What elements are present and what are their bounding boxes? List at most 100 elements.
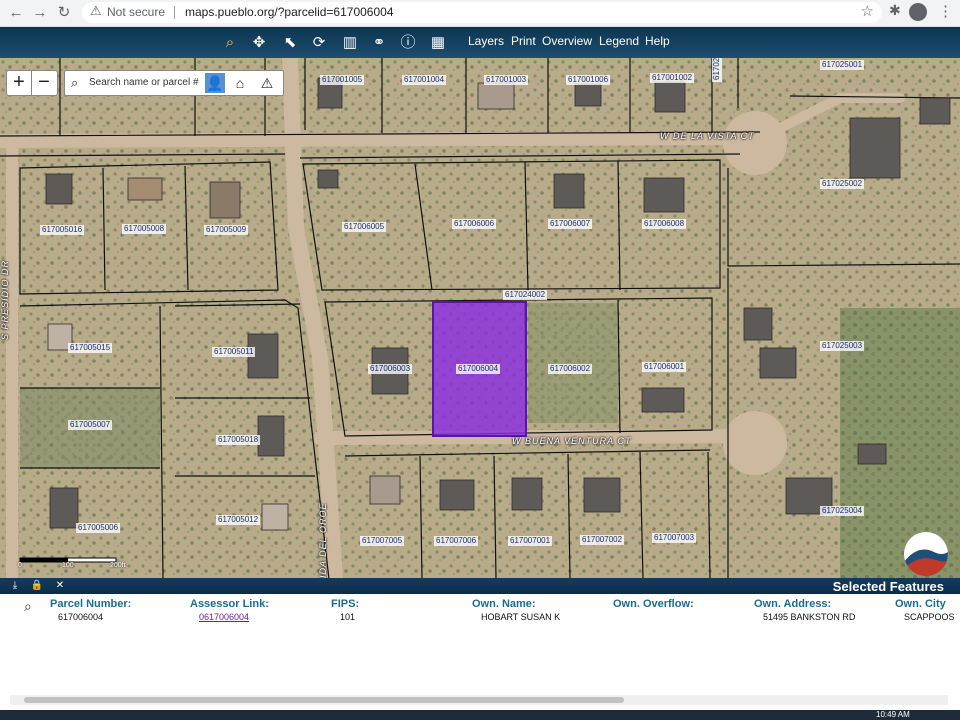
close-icon[interactable]: ✕ <box>53 578 67 594</box>
lock-icon[interactable]: 🔒 <box>30 578 44 594</box>
parcel-label[interactable]: 617006007 <box>548 219 593 229</box>
menu-overview[interactable]: Overview <box>542 34 592 48</box>
parcel-label[interactable]: 617005011 <box>212 347 256 357</box>
parcel-label[interactable]: 617025004 <box>820 506 865 516</box>
parcel-label[interactable]: 617001003 <box>484 75 529 85</box>
scrollbar-thumb[interactable] <box>24 697 624 703</box>
back-icon[interactable]: ← <box>6 3 26 23</box>
road-de-la-vista <box>0 131 767 148</box>
parcel-label[interactable]: 617005007 <box>68 420 113 430</box>
parcel-label[interactable]: 617025001 <box>820 60 865 70</box>
parcel-label[interactable]: 617007003 <box>652 533 697 543</box>
menu-kebab-icon[interactable]: ⋮ <box>938 2 953 20</box>
parcel-label[interactable]: 617025003 <box>820 341 865 351</box>
scale-label: 0 <box>18 562 22 569</box>
profile-avatar[interactable] <box>909 3 927 21</box>
scale-label: 100 <box>62 562 74 569</box>
header-parcel-number: Parcel Number: <box>50 598 132 610</box>
scale-bar: 0 100 200ft <box>18 556 130 572</box>
security-label[interactable]: Not secure <box>107 5 165 19</box>
url-text[interactable]: maps.pueblo.org/?parcelid=617006004 <box>185 5 394 19</box>
zoom-out-button[interactable]: − <box>32 71 56 95</box>
vegetation-area <box>528 303 618 423</box>
parcel-label[interactable]: 617005012 <box>216 515 261 525</box>
refresh-icon[interactable]: ⟳ <box>309 33 329 53</box>
cell-parcel-number: 617006004 <box>58 612 104 622</box>
parcel-label[interactable]: 617024002 <box>503 290 548 300</box>
parcel-label[interactable]: 617025002 <box>820 179 865 189</box>
house-icon[interactable]: ⌂ <box>230 73 250 93</box>
warning-triangle-icon[interactable]: ⚠ <box>257 73 277 93</box>
selected-parcel-label[interactable]: 617006004 <box>456 364 501 374</box>
forward-icon[interactable]: → <box>30 3 50 23</box>
scale-label: 200ft <box>110 562 126 569</box>
menu-legend[interactable]: Legend <box>599 34 639 48</box>
parcel-label[interactable]: 617005009 <box>204 225 249 235</box>
results-panel: ⌕ Parcel Number: Assessor Link: FIPS: Ow… <box>0 594 960 710</box>
link-icon[interactable]: ⚭ <box>369 33 389 53</box>
aerial-map <box>0 58 960 578</box>
zoom-in-button[interactable]: + <box>7 71 32 95</box>
parcel-label[interactable]: 617007005 <box>360 536 405 546</box>
clock: 10:49 AM <box>876 710 910 719</box>
reload-icon[interactable]: ↻ <box>54 3 74 23</box>
parcel-search-box[interactable]: ⌕ Search name or parcel # 👤 ⌂ ⚠ <box>64 70 284 96</box>
bookmark-star-icon[interactable]: ☆ <box>861 2 874 20</box>
menu-print[interactable]: Print <box>511 34 536 48</box>
map-toolbar: ⌕ ✥ ⬉ ⟳ ▥ ⚭ ⓘ ▦ Layers Print Overview Le… <box>0 27 960 58</box>
parcel-label[interactable]: 617005008 <box>122 224 167 234</box>
parcel-label[interactable]: 617001006 <box>566 75 611 85</box>
table-icon[interactable]: ▦ <box>428 33 448 53</box>
parcel-label[interactable]: 617006003 <box>368 364 413 374</box>
header-owner-city: Own. City <box>895 598 946 610</box>
header-assessor-link: Assessor Link: <box>190 598 269 610</box>
selected-features-bar: ⤓ 🔒 ✕ Selected Features <box>0 578 960 594</box>
identify-tool-icon[interactable]: ⌕ <box>220 33 240 53</box>
parcel-label[interactable]: 617006008 <box>642 219 687 229</box>
parcel-label[interactable]: 617006005 <box>342 222 387 232</box>
address-bar[interactable]: ⚠ Not secure maps.pueblo.org/?parcelid=6… <box>82 2 882 23</box>
measure-icon[interactable]: ▥ <box>340 33 360 53</box>
parcel-label[interactable]: 617024002 <box>712 58 722 82</box>
menu-layers[interactable]: Layers <box>468 34 504 48</box>
download-icon[interactable]: ⤓ <box>8 578 22 594</box>
parcel-label[interactable]: 617001004 <box>402 75 447 85</box>
street-label-buena-ventura: W BUENA VENTURA CT <box>512 436 632 446</box>
parcel-label[interactable]: 617007002 <box>580 535 625 545</box>
street-label-de-la-vista: W DE LA VISTA CT <box>660 131 755 141</box>
person-icon[interactable]: 👤 <box>205 73 225 93</box>
parcel-label[interactable]: 617006001 <box>642 362 687 372</box>
search-icon[interactable]: ⌕ <box>71 75 78 91</box>
selected-features-title: Selected Features <box>832 579 944 594</box>
warning-icon[interactable]: ⚠ <box>90 3 102 19</box>
parcel-label[interactable]: 617005006 <box>76 523 121 533</box>
extensions-icon[interactable]: ✱ <box>889 2 901 19</box>
pan-icon[interactable]: ✥ <box>249 33 269 53</box>
cell-fips: 101 <box>340 612 356 622</box>
taskbar: 10:49 AM <box>0 710 960 720</box>
search-input[interactable]: Search name or parcel # <box>89 77 199 88</box>
menu-help[interactable]: Help <box>645 34 670 48</box>
zoom-control: + − <box>6 70 58 96</box>
parcel-label[interactable]: 617005015 <box>68 343 113 353</box>
header-owner-name: Own. Name: <box>472 598 536 610</box>
parcel-label[interactable]: 617001002 <box>650 73 695 83</box>
parcel-label[interactable]: 617006002 <box>548 364 593 374</box>
cell-owner-name: HOBART SUSAN K <box>481 612 561 622</box>
parcel-label[interactable]: 617001005 <box>320 75 365 85</box>
browser-bar: ← → ↻ ⚠ Not secure maps.pueblo.org/?parc… <box>0 0 960 27</box>
info-icon[interactable]: ⓘ <box>398 33 418 53</box>
header-owner-address: Own. Address: <box>754 598 832 610</box>
select-tool-icon[interactable]: ⬉ <box>280 33 300 53</box>
map-view[interactable]: 617001005 617001004 617001003 617001006 … <box>0 58 960 578</box>
zoom-to-feature-icon[interactable]: ⌕ <box>24 598 32 615</box>
assessor-link[interactable]: 0617006004 <box>199 612 249 622</box>
parcel-label[interactable]: 617007006 <box>434 536 479 546</box>
parcel-label[interactable]: 617005018 <box>216 435 261 445</box>
horizontal-scrollbar[interactable] <box>10 695 948 705</box>
parcel-label[interactable]: 617007001 <box>508 536 553 546</box>
logo-graphic <box>904 549 948 576</box>
street-label-presidio: S PRESIDIO DR <box>0 259 10 340</box>
parcel-label[interactable]: 617006006 <box>452 219 497 229</box>
parcel-label[interactable]: 617005016 <box>40 225 85 235</box>
